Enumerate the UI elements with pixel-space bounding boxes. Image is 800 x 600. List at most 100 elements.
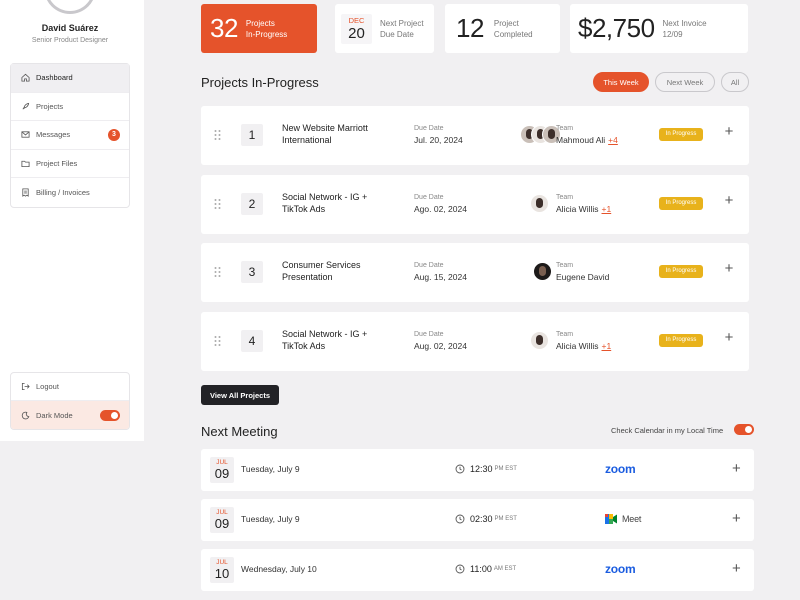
- due-date-value: Ago. 02, 2024: [414, 204, 467, 214]
- meeting-time-ampm: AM EST: [493, 566, 517, 572]
- meeting-row[interactable]: JUL 09 Tuesday, July 9 02:30 PM EST Meet …: [201, 499, 754, 541]
- sidebar-item-label: Billing / Invoices: [36, 188, 90, 198]
- next-due-label-line1: Next Project: [380, 18, 424, 28]
- filter-this-week[interactable]: This Week: [593, 72, 649, 92]
- zoom-logo: zoom: [605, 462, 636, 476]
- dark-mode-label: Dark Mode: [36, 410, 73, 420]
- team-more-link[interactable]: +1: [602, 341, 612, 351]
- add-icon[interactable]: +: [723, 124, 735, 139]
- clock-icon: [455, 464, 465, 474]
- calendar-local-time-label: Check Calendar in my Local Time: [611, 426, 724, 435]
- sidebar-item-project-files[interactable]: Project Files: [11, 150, 129, 179]
- stat-next-invoice[interactable]: $2,750 Next Invoice 12/09: [570, 4, 748, 53]
- dark-mode-toggle[interactable]: [100, 410, 120, 421]
- invoice-label: Next Invoice 12/09: [663, 18, 707, 40]
- project-number: 4: [241, 330, 263, 352]
- next-due-day: 20: [348, 24, 365, 42]
- meeting-time-value: 12:30: [470, 464, 493, 474]
- add-icon[interactable]: +: [732, 461, 741, 476]
- sidebar-item-label: Projects: [36, 101, 64, 111]
- team-more-link[interactable]: +4: [608, 135, 618, 145]
- filter-all[interactable]: All: [721, 72, 749, 92]
- status-badge: In Progress: [659, 334, 703, 347]
- stat-completed[interactable]: 12 Project Completed: [445, 4, 560, 53]
- due-date-value: Aug. 15, 2024: [414, 272, 467, 282]
- due-date-label: Due Date: [414, 331, 444, 338]
- due-date-value: Aug. 02, 2024: [414, 341, 467, 351]
- next-due-label: Next Project Due Date: [380, 18, 424, 40]
- sidebar-item-label: Messages: [36, 130, 71, 140]
- project-number: 3: [241, 261, 263, 283]
- status-badge: In Progress: [659, 265, 703, 278]
- sidebar-item-label: Project Files: [36, 159, 78, 169]
- meeting-date-chip: JUL 09: [210, 457, 234, 483]
- view-all-projects-button[interactable]: View All Projects: [201, 385, 279, 405]
- user-name: David Suárez: [41, 23, 99, 33]
- meeting-time: 02:30 PM EST: [455, 514, 517, 524]
- team-more-link[interactable]: +1: [602, 204, 612, 214]
- drag-handle-icon[interactable]: [214, 197, 221, 209]
- in-progress-label-line1: Projects: [245, 18, 275, 28]
- sidebar-item-billing[interactable]: Billing / Invoices: [11, 178, 129, 207]
- folder-icon: [21, 159, 30, 168]
- add-icon[interactable]: +: [723, 261, 735, 276]
- due-date-value: Jul. 20, 2024: [414, 135, 463, 145]
- add-icon[interactable]: +: [732, 561, 741, 576]
- meeting-row[interactable]: JUL 09 Tuesday, July 9 12:30 PM EST zoom …: [201, 449, 754, 491]
- meeting-time: 11:00 AM EST: [455, 564, 516, 574]
- home-icon: [21, 73, 30, 82]
- due-date-label: Due Date: [414, 262, 444, 269]
- meeting-date-chip: JUL 10: [210, 557, 234, 583]
- meeting-time-value: 11:00: [470, 564, 492, 574]
- stat-in-progress[interactable]: 32 Projects In-Progress: [201, 4, 317, 53]
- meetings-section-title: Next Meeting: [201, 424, 278, 439]
- project-row[interactable]: 1 New Website Marriott International Due…: [201, 106, 749, 165]
- status-badge: In Progress: [659, 197, 703, 210]
- team-lead: Eugene David: [556, 272, 610, 282]
- project-row[interactable]: 3 Consumer Services Presentation Due Dat…: [201, 243, 749, 302]
- add-icon[interactable]: +: [732, 511, 741, 526]
- status-badge: In Progress: [659, 128, 703, 141]
- drag-handle-icon[interactable]: [214, 128, 221, 140]
- filter-next-week[interactable]: Next Week: [655, 72, 715, 92]
- project-name: Social Network - IG + TikTok Ads: [282, 329, 368, 351]
- sidebar-item-dashboard[interactable]: Dashboard: [11, 64, 129, 93]
- sidebar-item-messages[interactable]: Messages 3: [11, 121, 129, 150]
- completed-label-line2: Completed: [493, 29, 533, 39]
- user-role: Senior Product Designer: [31, 37, 109, 44]
- sidebar-item-projects[interactable]: Projects: [11, 93, 129, 122]
- clock-icon: [455, 564, 465, 574]
- in-progress-label: Projects In-Progress: [246, 18, 287, 40]
- receipt-icon: [21, 188, 30, 198]
- meeting-time-ampm: PM EST: [494, 466, 517, 472]
- meeting-day: 09: [214, 516, 230, 531]
- project-number: 2: [241, 193, 263, 215]
- add-icon[interactable]: +: [723, 330, 735, 345]
- avatar: [530, 331, 549, 350]
- meeting-weekday-date: Tuesday, July 9: [241, 514, 300, 524]
- main-nav: Dashboard Projects Messages 3 Project Fi…: [10, 63, 130, 208]
- add-icon[interactable]: +: [723, 193, 735, 208]
- meeting-row[interactable]: JUL 10 Wednesday, July 10 11:00 AM EST zo…: [201, 549, 754, 591]
- dark-mode-row: Dark Mode: [11, 401, 129, 429]
- sidebar: David Suárez Senior Product Designer Das…: [0, 0, 144, 441]
- due-date-label: Due Date: [414, 125, 444, 132]
- meeting-day: 09: [214, 466, 230, 481]
- stat-next-due[interactable]: DEC 20 Next Project Due Date: [335, 4, 434, 53]
- completed-label: Project Completed: [494, 18, 533, 40]
- team-label: Team: [556, 331, 574, 338]
- avatar: [530, 194, 549, 213]
- profile-avatar[interactable]: [44, 0, 96, 14]
- drag-handle-icon[interactable]: [214, 334, 221, 346]
- project-row[interactable]: 4 Social Network - IG + TikTok Ads Due D…: [201, 312, 749, 371]
- calendar-local-time-toggle[interactable]: [734, 424, 754, 435]
- project-row[interactable]: 2 Social Network - IG + TikTok Ads Due D…: [201, 175, 749, 234]
- team-avatars: [520, 125, 561, 144]
- team-label: Team: [556, 194, 574, 201]
- moon-icon: [21, 411, 30, 420]
- google-meet-logo: Meet: [605, 514, 641, 524]
- drag-handle-icon[interactable]: [214, 265, 221, 277]
- meeting-weekday-date: Tuesday, July 9: [241, 464, 300, 474]
- team-lead: Alicia Willis: [556, 204, 599, 214]
- logout-button[interactable]: Logout: [11, 373, 129, 401]
